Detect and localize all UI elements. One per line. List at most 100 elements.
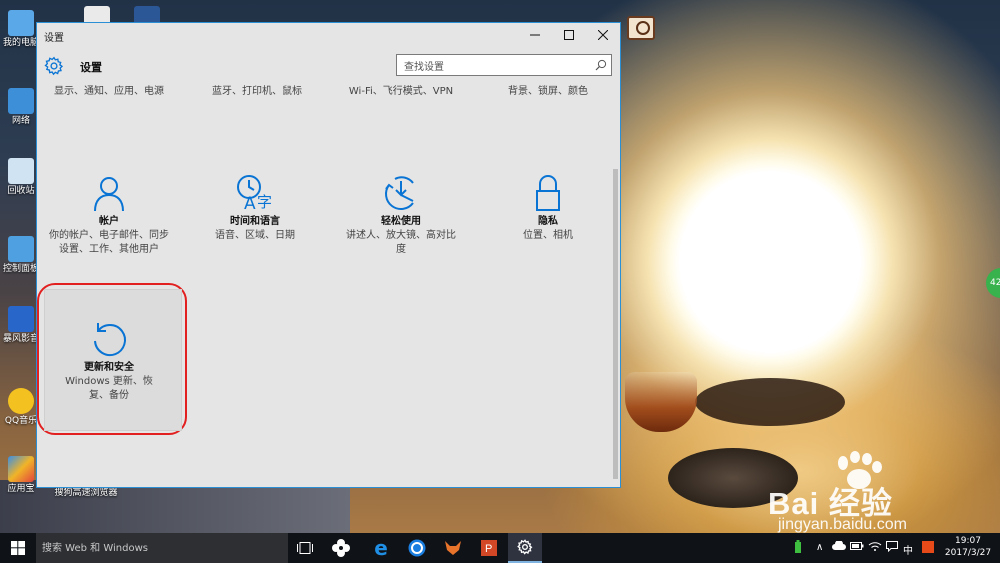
start-button[interactable] (0, 533, 36, 563)
maximize-button[interactable] (552, 23, 586, 47)
settings-window: 设置 设置 显示、通知、应用、电源 蓝牙、打印机、鼠标 (36, 22, 621, 488)
tile-desc: 你的帐户、电子邮件、同步设置、工作、其他用户 (49, 230, 169, 255)
message-icon[interactable] (886, 541, 898, 555)
storm-player-icon (8, 306, 34, 332)
taskbar-app-settings[interactable] (508, 533, 542, 563)
desktop-icon-network[interactable]: 网络 (2, 88, 40, 127)
lock-icon (536, 175, 560, 211)
taskbar-app-fox[interactable] (436, 533, 470, 563)
desktop-icon-label: 网络 (11, 116, 30, 126)
desktop-icon-recycle-bin[interactable]: 回收站 (2, 158, 40, 197)
tile-desc: Windows 更新、恢复、备份 (65, 376, 153, 401)
desktop-icon-label: 我的电脑 (2, 38, 39, 48)
recycle-bin-icon (8, 158, 34, 184)
tile-privacy[interactable]: 隐私 位置、相机 (478, 173, 611, 243)
tile-ease-of-access[interactable]: 轻松使用 讲述人、放大镜、高对比度 (331, 173, 471, 257)
desktop-icon-label: 暴风影音 (2, 334, 39, 344)
taskbar-search[interactable] (36, 533, 288, 563)
time-language-icon: A 字 (237, 175, 272, 213)
search-icon[interactable] (595, 59, 607, 71)
update-icon (94, 323, 126, 357)
app-store-icon (8, 456, 34, 482)
clock-time: 19:07 (955, 536, 981, 546)
minimize-button[interactable] (518, 23, 552, 47)
edge-icon: e (374, 536, 388, 560)
svg-text:字: 字 (257, 193, 272, 211)
powerpoint-icon: P (481, 540, 497, 556)
settings-search[interactable] (396, 54, 612, 78)
taskbar-app-fan[interactable] (324, 533, 358, 563)
computer-icon (8, 10, 34, 36)
desktop-icon-computer[interactable]: 我的电脑 (2, 10, 40, 49)
ime-app-icon[interactable] (922, 541, 934, 556)
tile-desc: 语音、区域、日期 (215, 230, 295, 241)
scrollbar[interactable] (611, 83, 620, 487)
close-button[interactable] (586, 23, 620, 47)
ease-of-access-icon (385, 176, 414, 210)
lamp-base (695, 378, 845, 426)
ime-indicator[interactable]: 中 (903, 542, 913, 557)
taskbar-clock[interactable]: 19:07 2017/3/27 (938, 535, 998, 563)
minimize-icon (530, 34, 540, 36)
search-input[interactable] (397, 57, 587, 78)
task-view-icon (297, 542, 313, 554)
desktop-icon-label: 回收站 (7, 186, 35, 196)
page-title: 设置 (80, 61, 102, 74)
wifi-icon[interactable] (868, 541, 882, 554)
watermark-url: jingyan.baidu.com (778, 516, 907, 533)
desktop-icon-storm[interactable]: 暴风影音 (2, 306, 40, 345)
desktop-icon-app-store[interactable]: 应用宝 (2, 456, 40, 495)
svg-text:A: A (244, 194, 256, 213)
fox-icon (445, 541, 461, 555)
cloud-icon[interactable] (832, 540, 846, 554)
control-panel-icon (8, 236, 34, 262)
clock-date: 2017/3/27 (944, 548, 992, 558)
tile-desc: 位置、相机 (523, 230, 573, 241)
paw-icon (838, 451, 882, 489)
desktop-icon-control-panel[interactable]: 控制面板 (2, 236, 40, 275)
tile-network-desc[interactable]: Wi-Fi、飞行模式、VPN (331, 85, 471, 99)
tile-title: 隐私 (538, 216, 558, 227)
taskbar-search-input[interactable] (36, 533, 276, 563)
scroll-thumb[interactable] (613, 169, 618, 479)
gear-icon (44, 56, 64, 76)
windows-logo-icon (11, 541, 25, 555)
gear-icon (517, 539, 533, 555)
person-icon (94, 177, 124, 212)
system-tray: ∧ 中 (790, 533, 940, 563)
fan-app-icon (332, 539, 350, 557)
tile-system-desc[interactable]: 显示、通知、应用、电源 (39, 85, 179, 99)
tile-desc: 讲述人、放大镜、高对比度 (346, 230, 456, 255)
desktop-icon-label: 控制面板 (2, 264, 39, 274)
window-title: 设置 (44, 33, 64, 44)
settings-header: 设置 (37, 51, 620, 83)
chevron-up-icon[interactable]: ∧ (816, 542, 823, 553)
taskbar: e P ∧ (0, 533, 1000, 563)
tile-title: 更新和安全 (84, 362, 134, 373)
taskbar-app-powerpoint[interactable]: P (472, 533, 506, 563)
desktop-icon-label: QQ音乐 (4, 416, 38, 426)
svg-text:P: P (485, 543, 492, 555)
taskbar-app-edge[interactable]: e (364, 533, 398, 563)
tile-time-language[interactable]: A 字 时间和语言 语音、区域、日期 (185, 173, 325, 243)
tile-accounts[interactable]: 帐户 你的帐户、电子邮件、同步设置、工作、其他用户 (39, 173, 179, 257)
desktop-icon-label: 搜狗高速浏览器 (54, 488, 118, 498)
desktop-icon-label: 应用宝 (7, 484, 35, 494)
desktop-icon-qq-music[interactable]: QQ音乐 (2, 388, 40, 427)
qq-music-icon (8, 388, 34, 414)
maximize-icon (564, 30, 574, 40)
battery-app-icon[interactable] (794, 540, 802, 557)
tile-personalization-desc[interactable]: 背景、锁屏、颜色 (478, 85, 611, 99)
camera-app-icon[interactable] (627, 16, 655, 40)
tile-devices-desc[interactable]: 蓝牙、打印机、鼠标 (187, 85, 327, 99)
tile-title: 时间和语言 (230, 216, 280, 227)
tile-update-security[interactable]: 更新和安全 Windows 更新、恢复、备份 (39, 319, 179, 403)
taskbar-app-sogou[interactable] (400, 533, 434, 563)
close-icon (598, 30, 608, 40)
settings-grid: 显示、通知、应用、电源 蓝牙、打印机、鼠标 Wi-Fi、飞行模式、VPN 背景、… (37, 83, 611, 487)
tile-title: 帐户 (99, 216, 119, 227)
battery-icon[interactable] (850, 541, 864, 554)
title-bar[interactable]: 设置 (37, 23, 620, 47)
sogou-icon (408, 539, 426, 557)
task-view-button[interactable] (288, 533, 322, 563)
